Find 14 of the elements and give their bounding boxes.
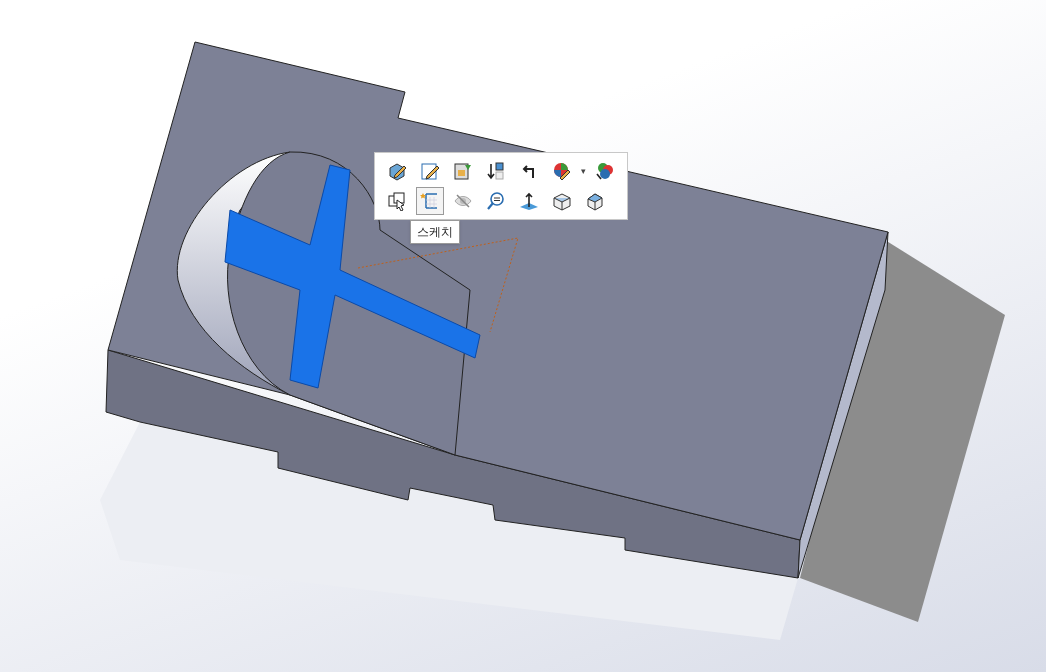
- box-pencil-icon: [387, 161, 407, 181]
- dropdown-button[interactable]: ▾: [581, 166, 586, 176]
- sketch-pencil-icon: [420, 161, 440, 181]
- windows-cursor-icon: [387, 191, 407, 211]
- clipboard-icon: [453, 161, 473, 181]
- cube-icon: [585, 191, 605, 211]
- plane-arrow-icon: [519, 191, 539, 211]
- color-ball-icon: [552, 161, 572, 181]
- color-balls-icon: [595, 161, 615, 181]
- cube-icon: [552, 191, 572, 211]
- magnifier-icon: [486, 191, 506, 211]
- arrow-down-cube-icon: [486, 161, 506, 181]
- sketch-grid-icon: [420, 191, 440, 211]
- tooltip: 스케치: [410, 220, 460, 244]
